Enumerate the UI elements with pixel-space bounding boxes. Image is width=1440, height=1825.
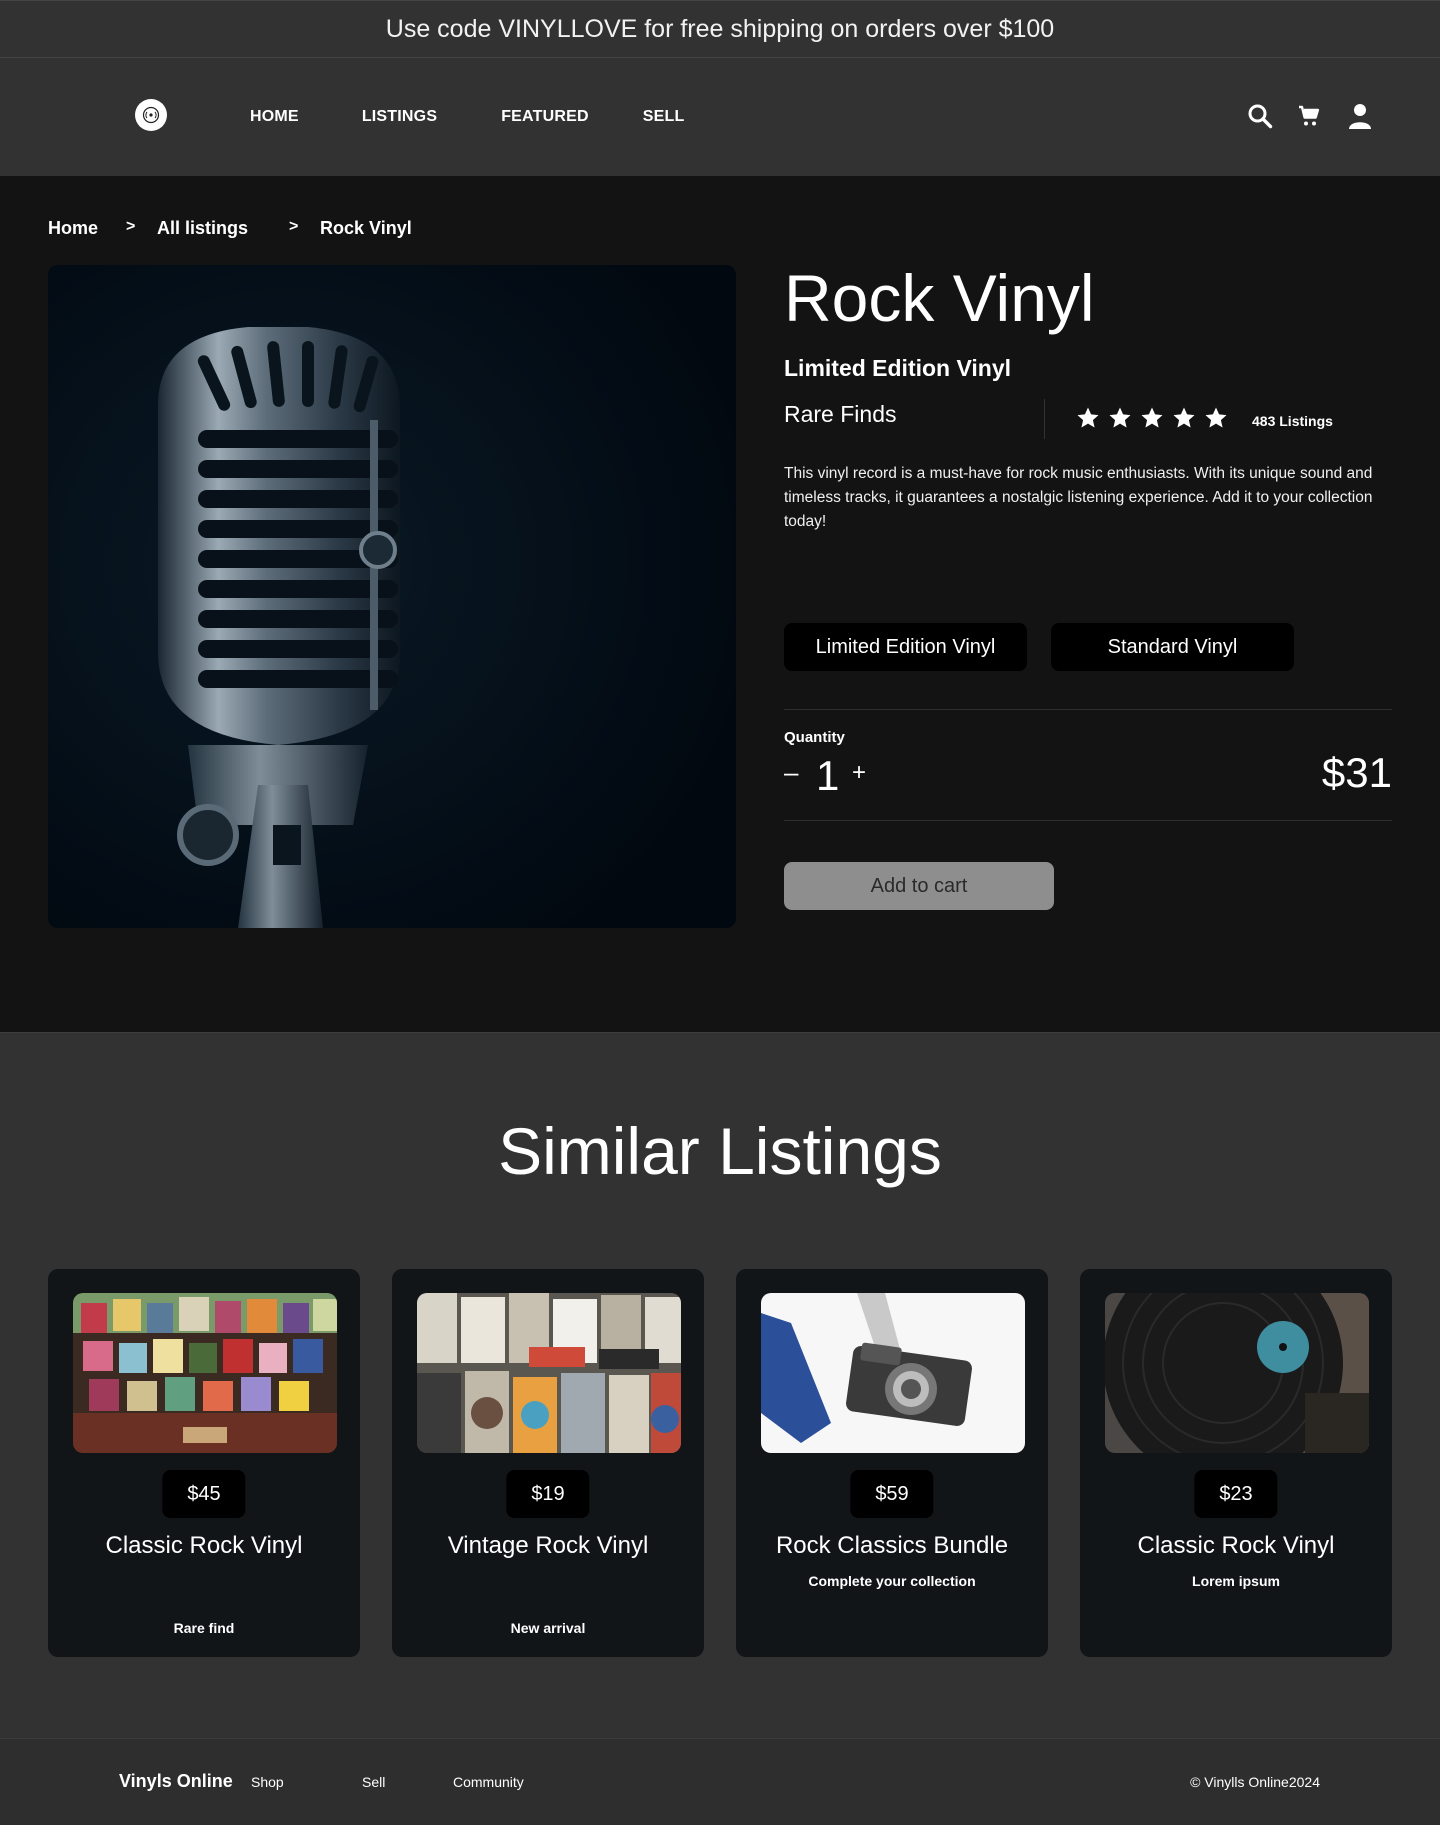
listing-image [1105, 1293, 1369, 1453]
search-icon[interactable] [1246, 102, 1274, 130]
site-header: HOME LISTINGS FEATURED SELL [0, 58, 1440, 176]
listing-title: Rock Classics Bundle [775, 1532, 1009, 1559]
listing-card[interactable]: $23 Classic Rock Vinyl Lorem ipsum [1080, 1269, 1392, 1657]
breadcrumb-home[interactable]: Home [48, 218, 98, 239]
star-icon [1205, 407, 1227, 428]
breadcrumb-all-listings[interactable]: All listings [157, 218, 248, 239]
product-brand: Rare Finds [784, 401, 897, 427]
listing-card[interactable]: $59 Rock Classics Bundle Complete your c… [736, 1269, 1048, 1657]
listing-card[interactable]: $45 Classic Rock Vinyl Rare find [48, 1269, 360, 1657]
breadcrumb-separator-icon: > [126, 218, 136, 235]
similar-listings-section: Similar Listings $45 Classic Rock Vinyl … [0, 1032, 1440, 1738]
breadcrumb-current: Rock Vinyl [320, 218, 412, 238]
site-footer: Vinyls Online Shop Sell Community © Viny… [0, 1738, 1440, 1825]
footer-link-community[interactable]: Community [453, 1774, 524, 1790]
quantity-decrease-button[interactable]: – [784, 757, 798, 788]
quantity-value: 1 [816, 752, 840, 799]
user-icon[interactable] [1346, 102, 1374, 130]
listing-price: $59 [850, 1470, 934, 1518]
product-description: This vinyl record is a must-have for roc… [784, 465, 1373, 530]
add-to-cart-button[interactable]: Add to cart [784, 862, 1054, 910]
nav-sell[interactable]: SELL [643, 108, 685, 126]
promo-banner: Use code VINYLLOVE for free shipping on … [0, 0, 1440, 58]
star-icon [1109, 407, 1131, 428]
logo-icon[interactable] [135, 99, 167, 131]
listing-price: $19 [506, 1470, 590, 1518]
product-section: Home > All listings > Rock Vinyl Rock Vi… [0, 176, 1440, 1032]
similar-listings-title: Similar Listings [498, 1114, 942, 1188]
promo-text: Use code VINYLLOVE for free shipping on … [385, 14, 1055, 43]
listings-count: 483 Listings [1252, 413, 1333, 429]
star-icon [1141, 407, 1163, 428]
star-icon [1173, 407, 1195, 428]
breadcrumb-separator-icon: > [289, 218, 299, 235]
star-icon [1077, 407, 1099, 428]
listing-tag: Lorem ipsum [1192, 1573, 1280, 1589]
listing-card[interactable]: $19 Vintage Rock Vinyl New arrival [392, 1269, 704, 1657]
divider [784, 709, 1392, 710]
product-image [48, 265, 736, 928]
nav-featured[interactable]: FEATURED [501, 108, 589, 126]
listing-image [417, 1293, 681, 1453]
cart-icon[interactable] [1295, 102, 1323, 130]
product-title: Rock Vinyl [784, 261, 1095, 335]
product-price: $31 [1321, 749, 1392, 796]
footer-brand: Vinyls Online [119, 1771, 233, 1791]
listing-title: Classic Rock Vinyl [1137, 1532, 1335, 1559]
variant-standard-button[interactable]: Standard Vinyl [1051, 623, 1294, 671]
listing-title: Classic Rock Vinyl [105, 1532, 303, 1559]
rating-stars [1076, 406, 1228, 430]
listing-tag: Complete your collection [808, 1573, 976, 1589]
divider [784, 820, 1392, 821]
product-subtitle: Limited Edition Vinyl [784, 355, 1012, 381]
divider [1044, 399, 1045, 439]
listing-tag: Rare find [173, 1620, 235, 1636]
nav-home[interactable]: HOME [250, 108, 299, 126]
listing-price: $45 [162, 1470, 246, 1518]
main-nav: HOME LISTINGS FEATURED SELL [250, 58, 684, 176]
quantity-increase-button[interactable]: + [852, 759, 866, 787]
nav-listings[interactable]: LISTINGS [362, 108, 437, 126]
listing-price: $23 [1194, 1470, 1278, 1518]
listing-tag: New arrival [510, 1620, 586, 1636]
variant-limited-edition-button[interactable]: Limited Edition Vinyl [784, 623, 1027, 671]
footer-copyright: © Vinylls Online2024 [1190, 1774, 1320, 1790]
quantity-label: Quantity [784, 729, 845, 746]
listing-image [73, 1293, 337, 1453]
footer-link-shop[interactable]: Shop [251, 1774, 284, 1790]
footer-link-sell[interactable]: Sell [362, 1774, 385, 1790]
listing-image [761, 1293, 1025, 1453]
listing-title: Vintage Rock Vinyl [447, 1532, 649, 1559]
